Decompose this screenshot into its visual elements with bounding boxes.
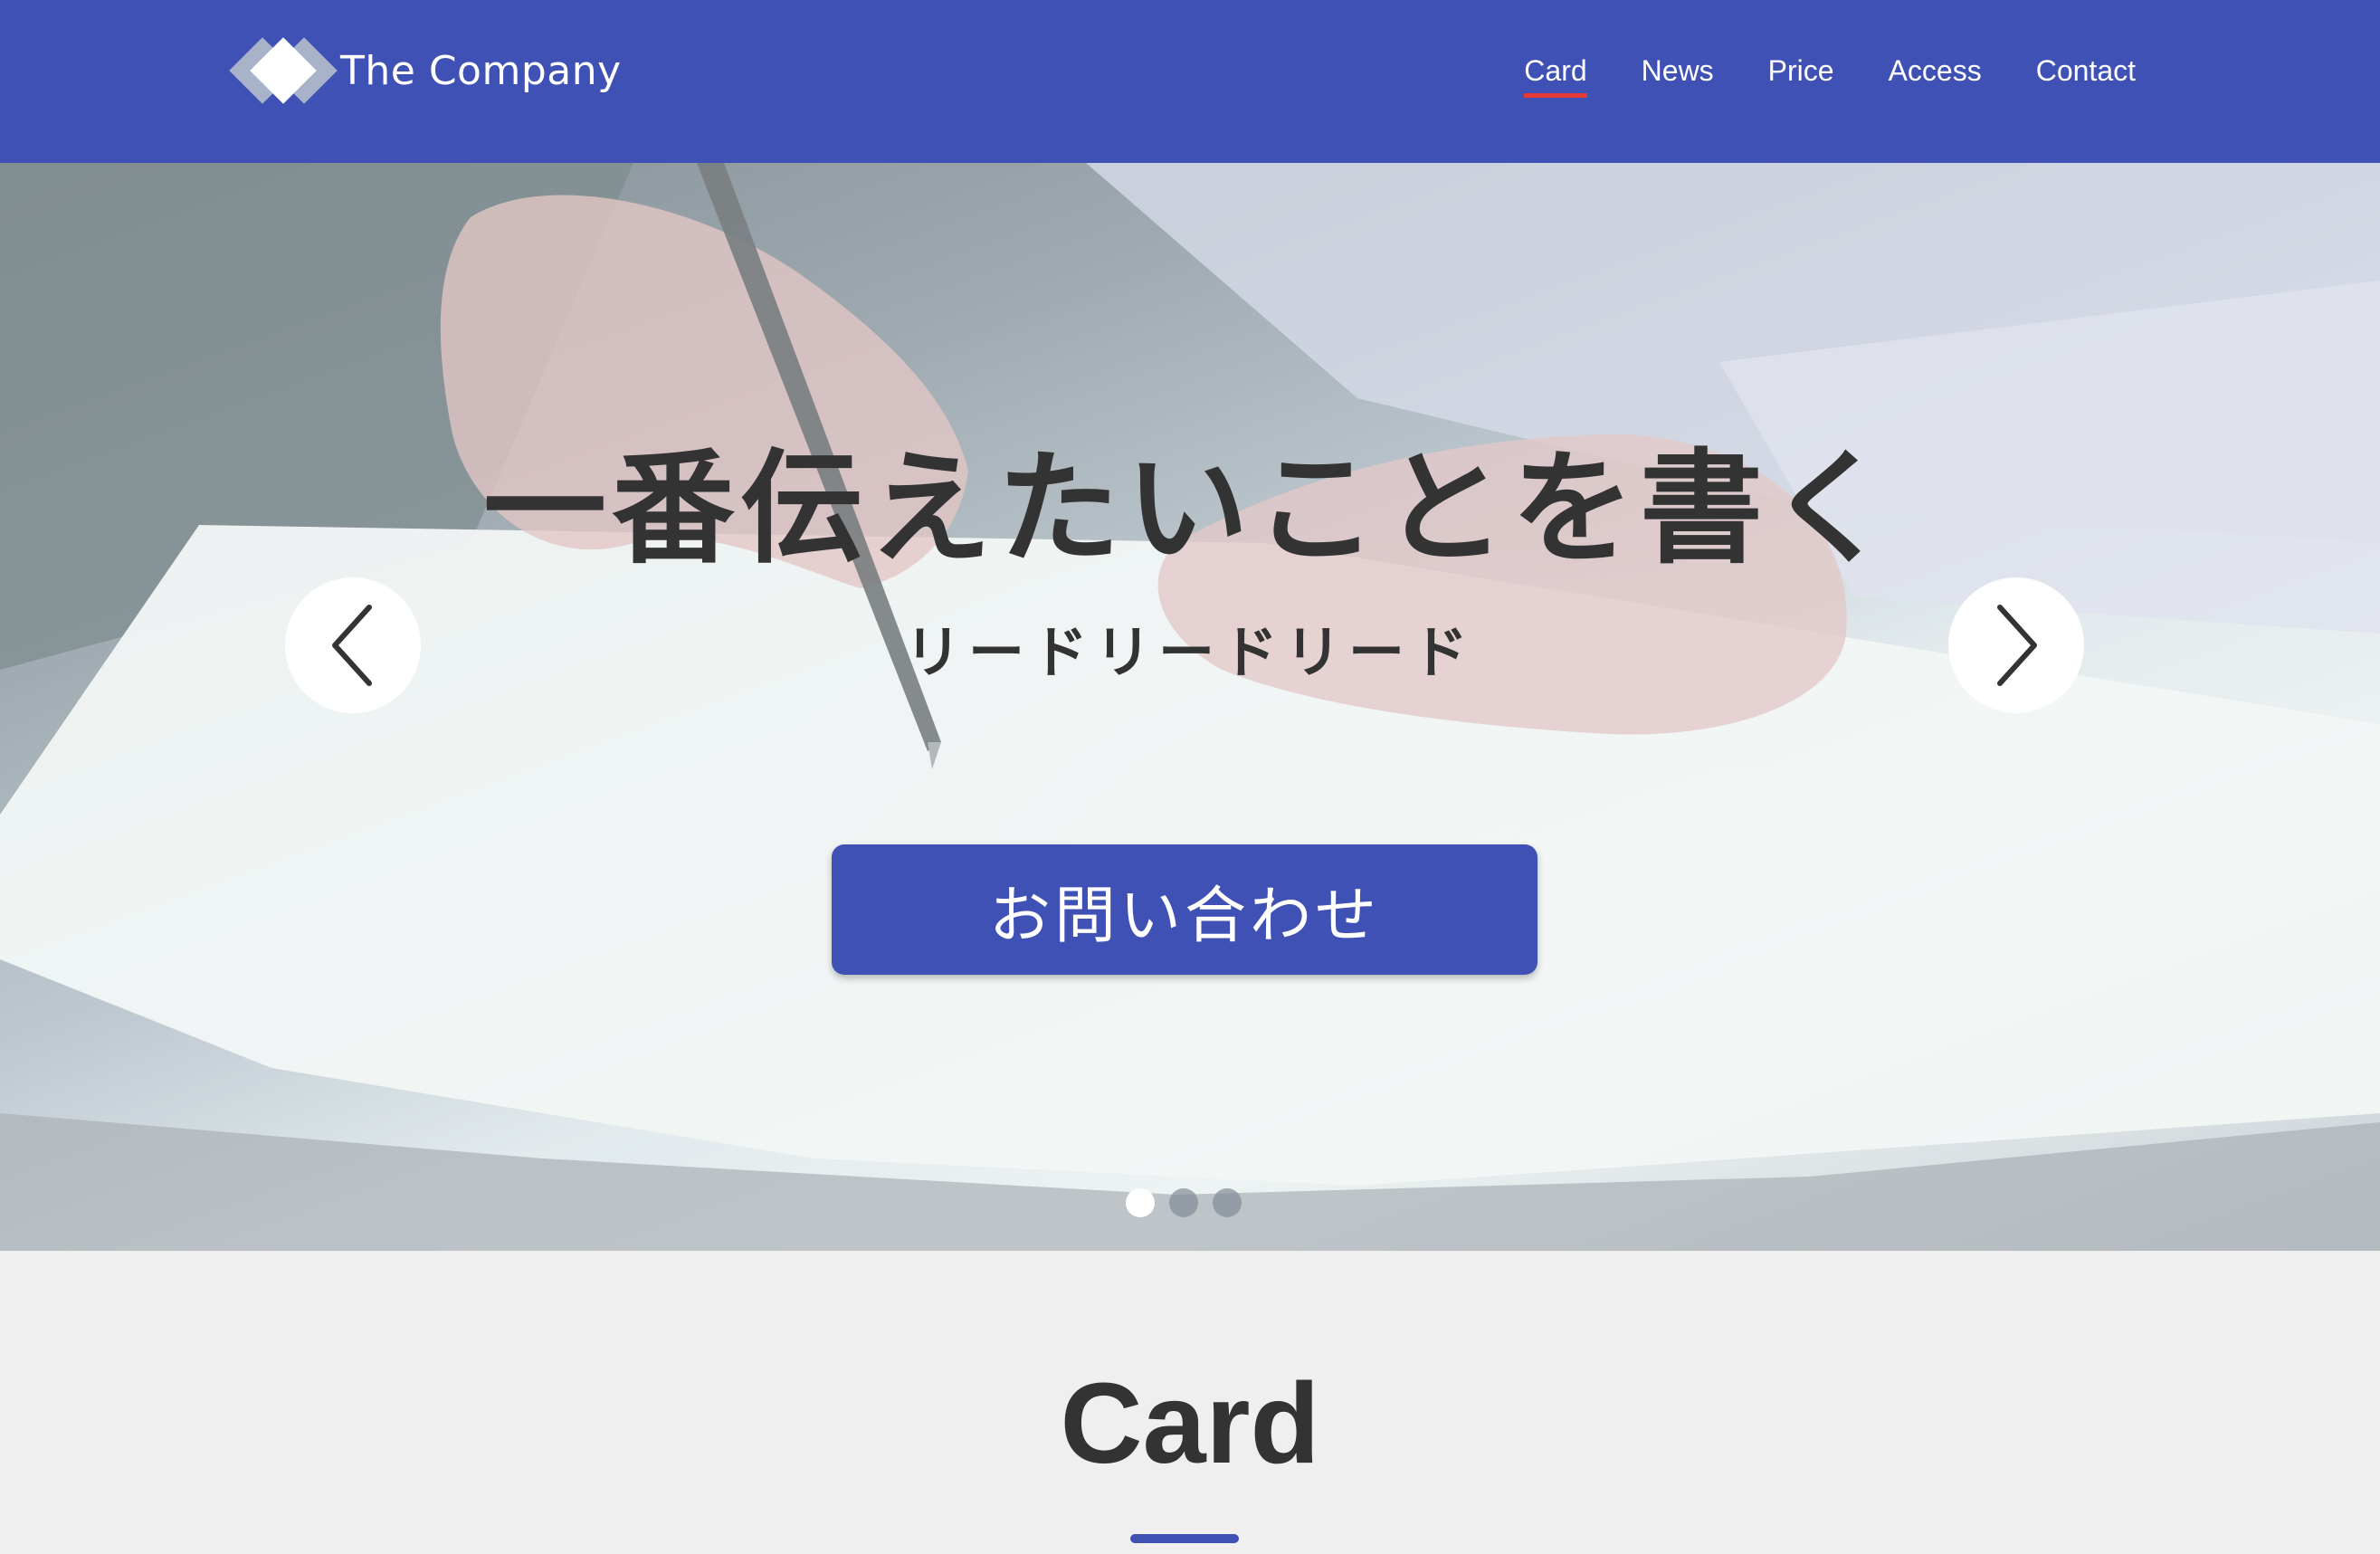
carousel-dot-2[interactable] — [1169, 1188, 1198, 1217]
site-header: The Company Card News Price Access Conta… — [0, 0, 2380, 163]
carousel-indicators — [1126, 1188, 1242, 1217]
carousel-dot-1[interactable] — [1126, 1188, 1155, 1217]
contact-cta-button[interactable]: お問い合わせ — [832, 844, 1537, 975]
logo[interactable]: The Company — [229, 34, 622, 107]
chevron-left-icon — [332, 605, 372, 686]
nav-item-contact[interactable]: Contact — [2036, 52, 2136, 89]
main-nav: Card News Price Access Contact — [1524, 52, 2136, 98]
nav-item-access[interactable]: Access — [1889, 52, 1982, 89]
hero-carousel: 一番伝えたいことを書く リードリードリード お問い合わせ — [0, 163, 2380, 1251]
card-section-title: Card — [1060, 1359, 1320, 1487]
nav-item-card[interactable]: Card — [1524, 52, 1588, 98]
chevron-right-icon — [1997, 605, 2037, 686]
carousel-next-button[interactable] — [1948, 577, 2084, 713]
carousel-prev-button[interactable] — [285, 577, 421, 713]
nav-item-price[interactable]: Price — [1768, 52, 1834, 89]
carousel-dot-3[interactable] — [1213, 1188, 1242, 1217]
section-title-underline — [1130, 1534, 1239, 1543]
logo-text: The Company — [340, 47, 622, 94]
hero-title: 一番伝えたいことを書く — [483, 438, 1897, 581]
logo-diamond-icon — [229, 34, 338, 107]
nav-item-news[interactable]: News — [1642, 52, 1714, 89]
